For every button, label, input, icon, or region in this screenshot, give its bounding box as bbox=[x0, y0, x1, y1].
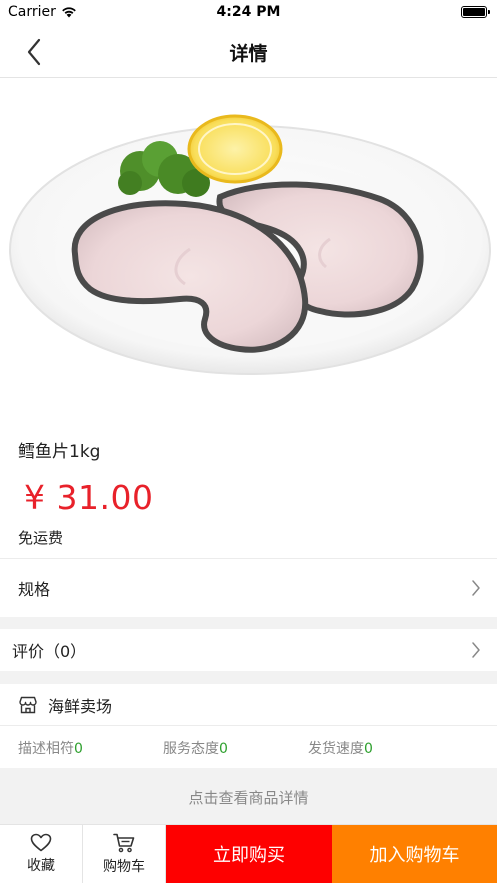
reviews-row[interactable]: 评价（0） bbox=[0, 629, 497, 671]
section-gap bbox=[0, 671, 497, 684]
rating-label: 服务态度 bbox=[163, 741, 219, 757]
reviews-label: 评价（0） bbox=[12, 642, 87, 661]
rating-value: 0 bbox=[219, 741, 228, 757]
favorite-label: 收藏 bbox=[27, 858, 55, 874]
spec-label: 规格 bbox=[18, 580, 51, 599]
product-photo bbox=[9, 114, 491, 375]
favorite-button[interactable]: 收藏 bbox=[0, 825, 83, 883]
rating-label: 描述相符 bbox=[18, 741, 74, 757]
cart-button[interactable]: 购物车 bbox=[83, 825, 166, 883]
bottom-action-bar: 收藏 购物车 立即购买 加入购物车 bbox=[0, 824, 497, 883]
rating-label: 发货速度 bbox=[308, 741, 364, 757]
shop-ratings: 描述相符0 服务态度0 发货速度0 bbox=[0, 727, 497, 767]
buy-now-button[interactable]: 立即购买 bbox=[166, 825, 332, 883]
chevron-right-icon bbox=[472, 580, 480, 596]
shopping-cart-icon bbox=[113, 833, 135, 852]
status-bar: Carrier 4:24 PM bbox=[0, 0, 497, 26]
product-image[interactable] bbox=[0, 79, 497, 419]
view-details-link[interactable]: 点击查看商品详情 bbox=[0, 768, 497, 824]
section-gap bbox=[0, 617, 497, 629]
store-icon bbox=[19, 696, 37, 713]
product-price: ¥ 31.00 bbox=[24, 478, 154, 517]
shop-name: 海鲜卖场 bbox=[48, 696, 113, 716]
rating-service: 服务态度0 bbox=[163, 738, 228, 758]
rating-value: 0 bbox=[364, 741, 373, 757]
rating-value: 0 bbox=[74, 741, 83, 757]
add-to-cart-button[interactable]: 加入购物车 bbox=[332, 825, 497, 883]
page-title: 详情 bbox=[229, 43, 268, 65]
navigation-bar: 详情 bbox=[0, 26, 497, 78]
shop-row[interactable]: 海鲜卖场 bbox=[0, 684, 497, 726]
status-time: 4:24 PM bbox=[216, 4, 281, 20]
rating-shipping-speed: 发货速度0 bbox=[308, 738, 373, 758]
shipping-info: 免运费 bbox=[18, 529, 64, 547]
spec-row[interactable]: 规格 bbox=[0, 559, 497, 617]
cart-label: 购物车 bbox=[103, 858, 145, 875]
heart-icon bbox=[30, 833, 52, 852]
chevron-right-icon bbox=[472, 642, 480, 658]
product-name: 鳕鱼片1kg bbox=[18, 442, 101, 462]
battery-icon bbox=[461, 6, 490, 18]
rating-description: 描述相符0 bbox=[18, 738, 83, 758]
